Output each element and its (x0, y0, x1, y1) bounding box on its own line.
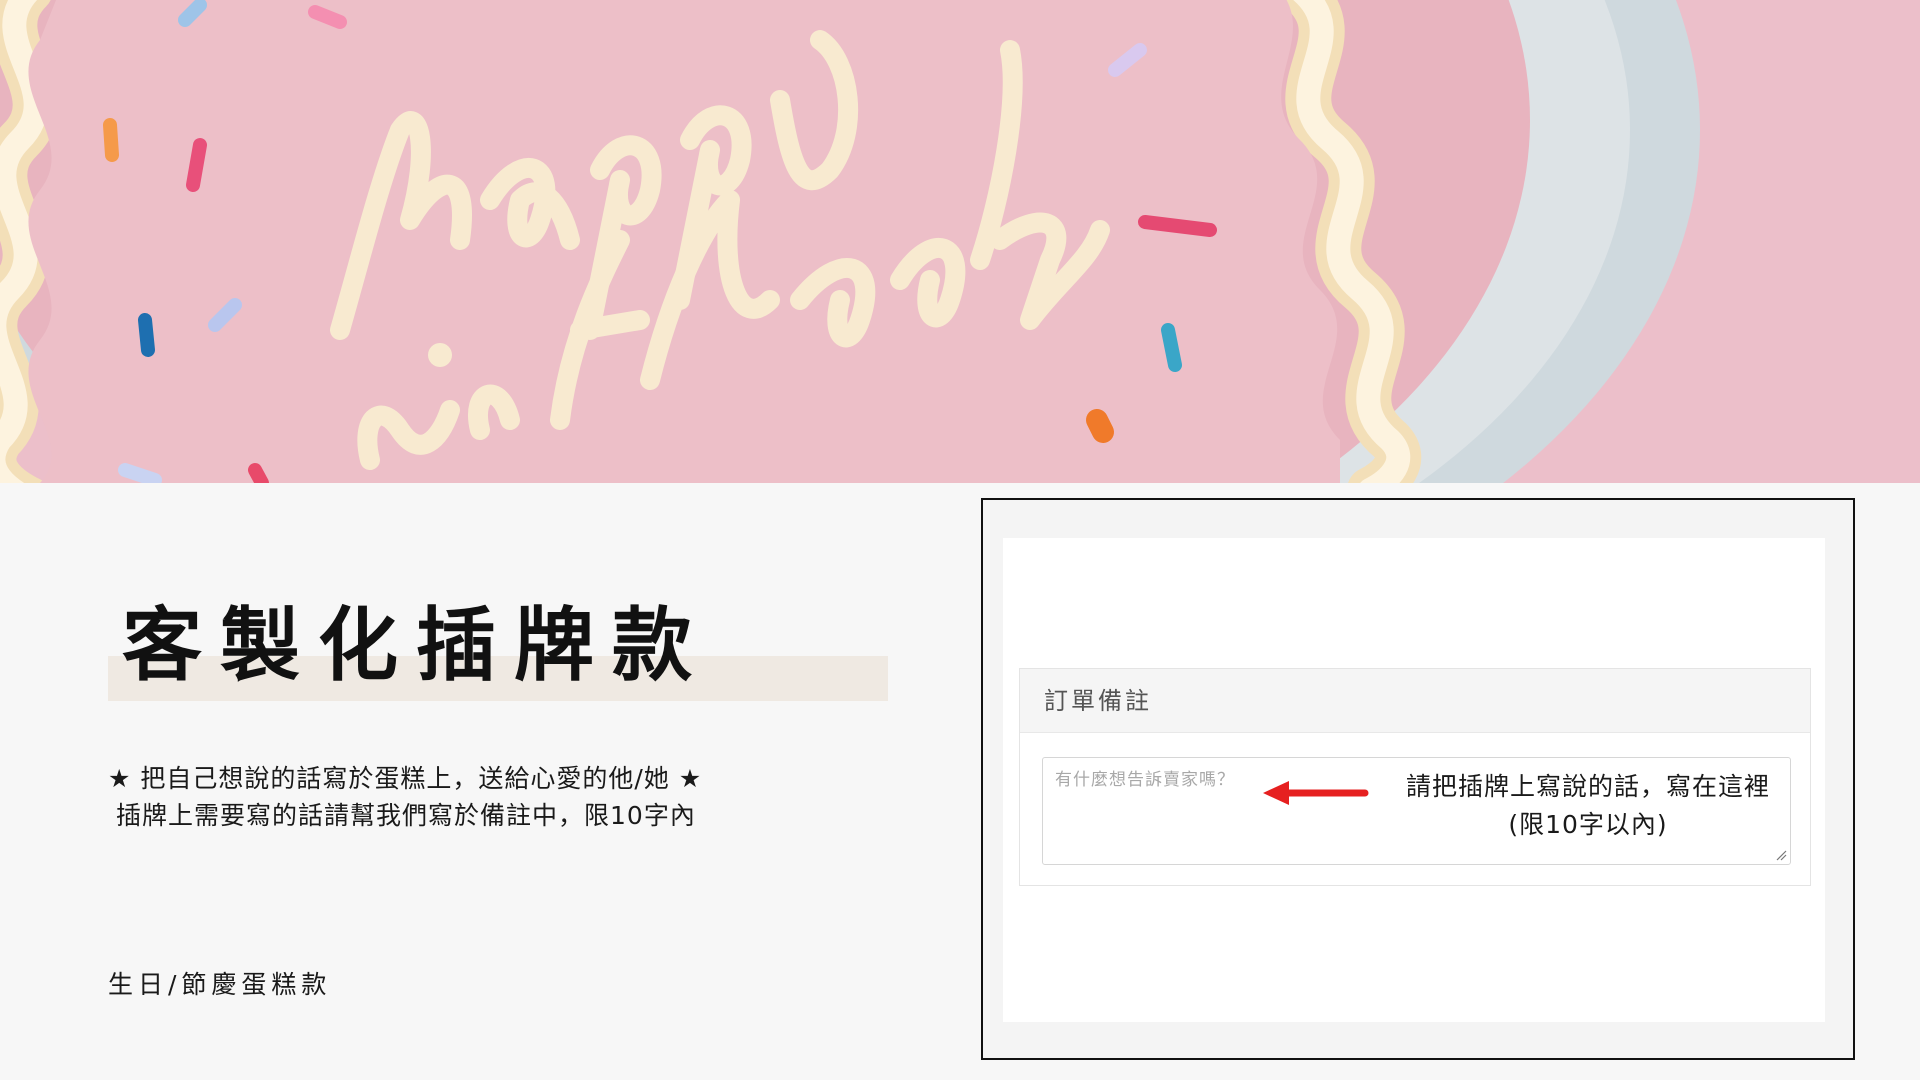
page-title: 客製化插牌款 (122, 599, 710, 692)
order-note-textarea[interactable]: 有什麼想告訴賣家嗎？ 請把插牌上寫說的話，寫在這裡 (限10字以內) (1042, 757, 1791, 865)
description-line-1: ★ 把自己想說的話寫於蛋糕上，送給心愛的他/她 ★ (108, 764, 703, 793)
resize-handle-icon[interactable] (1775, 849, 1787, 861)
instruction-line-2: (限10字以內) (1508, 810, 1668, 839)
red-arrow-icon (1263, 781, 1369, 805)
order-note-header: 訂單備註 (1020, 669, 1810, 733)
title-block: 客製化插牌款 (108, 596, 888, 706)
order-note-example-frame: 訂單備註 有什麼想告訴賣家嗎？ 請把插牌上寫說的話，寫在這裡 (限10字以內) (981, 498, 1855, 1060)
instruction-line-1: 請把插牌上寫說的話，寫在這裡 (1405, 772, 1770, 801)
birthday-cake-illustration (0, 0, 1920, 483)
description-line-2: 插牌上需要寫的話請幫我們寫於備註中，限10字內 (116, 801, 696, 830)
order-note-placeholder: 有什麼想告訴賣家嗎？ (1055, 770, 1235, 790)
instruction-callout: 請把插牌上寫說的話，寫在這裡 (限10字以內) (1383, 768, 1793, 844)
category-label: 生日/節慶蛋糕款 (108, 970, 332, 999)
order-note-panel: 訂單備註 有什麼想告訴賣家嗎？ 請把插牌上寫說的話，寫在這裡 (限10字以內) (1019, 668, 1811, 886)
hero-image (0, 0, 1920, 483)
example-screenshot: 訂單備註 有什麼想告訴賣家嗎？ 請把插牌上寫說的話，寫在這裡 (限10字以內) (1003, 538, 1825, 1022)
product-description: ★ 把自己想說的話寫於蛋糕上，送給心愛的他/她 ★ 插牌上需要寫的話請幫我們寫於… (108, 760, 702, 834)
